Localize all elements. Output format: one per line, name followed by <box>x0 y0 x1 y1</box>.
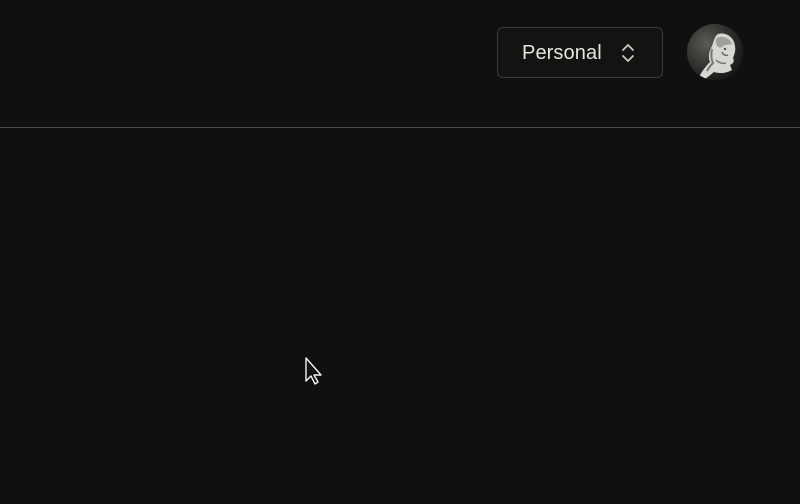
workspace-selector-value: Personal <box>522 42 602 64</box>
app-page: Personal <box>0 0 800 504</box>
avatar-statue-icon <box>687 24 743 80</box>
main-content-area <box>0 129 800 504</box>
top-header: Personal <box>0 0 800 128</box>
chevron-up-down-icon <box>622 44 634 62</box>
workspace-selector[interactable]: Personal <box>497 27 663 78</box>
user-avatar[interactable] <box>687 24 743 80</box>
